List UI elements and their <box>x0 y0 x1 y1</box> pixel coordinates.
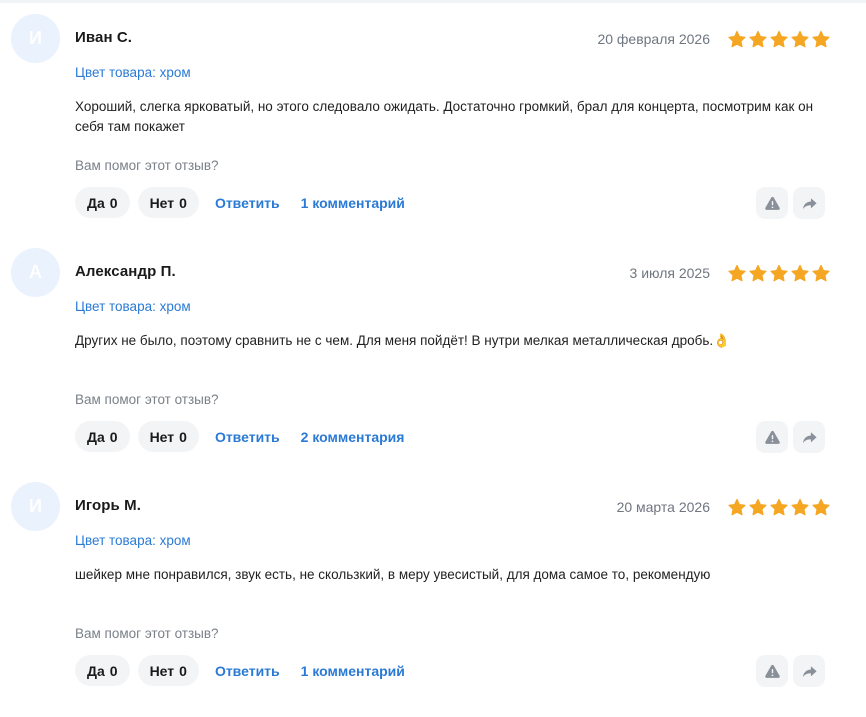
star-rating <box>727 264 831 283</box>
helpful-yes-button[interactable]: Да 0 <box>75 421 130 452</box>
star-icon <box>769 264 789 283</box>
review-card: И Иван С. 20 февраля 2026 Цвет товара: х… <box>0 0 866 234</box>
no-label: Нет <box>149 662 175 679</box>
product-variant: Цвет товара: хром <box>75 533 191 548</box>
star-icon <box>748 264 768 283</box>
star-rating <box>727 30 831 49</box>
product-variant: Цвет товара: хром <box>75 299 191 314</box>
warning-triangle-icon <box>764 196 780 210</box>
review-date: 20 марта 2026 <box>616 499 710 515</box>
avatar[interactable]: А <box>11 248 60 297</box>
review-card: А Александр П. 3 июля 2025 Цвет товара: … <box>0 234 866 468</box>
star-icon <box>811 264 831 283</box>
reviews-list: И Иван С. 20 февраля 2026 Цвет товара: х… <box>0 0 866 702</box>
star-rating <box>727 498 831 517</box>
share-button[interactable] <box>793 421 825 453</box>
avatar[interactable]: И <box>11 14 60 63</box>
no-count: 0 <box>179 428 187 445</box>
share-arrow-icon <box>802 665 817 677</box>
no-count: 0 <box>179 194 187 211</box>
yes-label: Да <box>87 662 105 679</box>
share-button[interactable] <box>793 655 825 687</box>
avatar[interactable]: И <box>11 482 60 531</box>
helpful-no-button[interactable]: Нет 0 <box>137 421 199 452</box>
review-author[interactable]: Александр П. <box>75 263 176 280</box>
yes-count: 0 <box>109 428 118 445</box>
review-actions: Да 0 Нет 0 Ответить 1 комментарий <box>75 655 426 686</box>
warning-triangle-icon <box>764 664 780 678</box>
review-date: 3 июля 2025 <box>629 265 710 281</box>
star-icon <box>769 30 789 49</box>
review-author[interactable]: Игорь М. <box>75 497 141 514</box>
warning-triangle-icon <box>764 430 780 444</box>
helpful-no-button[interactable]: Нет 0 <box>137 655 199 686</box>
review-text: Хороший, слегка ярковатый, но этого след… <box>75 99 814 134</box>
yes-label: Да <box>87 194 105 211</box>
star-icon <box>727 264 747 283</box>
review-card: И Игорь М. 20 марта 2026 Цвет товара: хр… <box>0 468 866 702</box>
star-icon <box>811 30 831 49</box>
comments-link[interactable]: 1 комментарий <box>301 195 405 211</box>
report-button[interactable] <box>756 655 788 687</box>
review-text: шейкер мне понравился, звук есть, не ско… <box>75 567 711 582</box>
helpful-prompt: Вам помог этот отзыв? <box>75 158 219 173</box>
no-label: Нет <box>149 194 175 211</box>
no-label: Нет <box>149 428 175 445</box>
share-button[interactable] <box>793 187 825 219</box>
star-icon <box>790 498 810 517</box>
helpful-no-button[interactable]: Нет 0 <box>137 187 199 218</box>
review-actions: Да 0 Нет 0 Ответить 2 комментария <box>75 421 425 452</box>
reply-link[interactable]: Ответить <box>215 429 280 445</box>
yes-count: 0 <box>109 662 118 679</box>
yes-count: 0 <box>109 194 118 211</box>
star-icon <box>748 498 768 517</box>
share-arrow-icon <box>802 197 817 209</box>
star-icon <box>769 498 789 517</box>
helpful-prompt: Вам помог этот отзыв? <box>75 392 219 407</box>
star-icon <box>748 30 768 49</box>
comments-link[interactable]: 1 комментарий <box>301 663 405 679</box>
star-icon <box>811 498 831 517</box>
review-actions: Да 0 Нет 0 Ответить 1 комментарий <box>75 187 426 218</box>
star-icon <box>727 498 747 517</box>
star-icon <box>727 30 747 49</box>
product-variant: Цвет товара: хром <box>75 65 191 80</box>
helpful-prompt: Вам помог этот отзыв? <box>75 626 219 641</box>
no-count: 0 <box>179 662 187 679</box>
yes-label: Да <box>87 428 105 445</box>
star-icon <box>790 30 810 49</box>
comments-link[interactable]: 2 комментария <box>301 429 405 445</box>
helpful-yes-button[interactable]: Да 0 <box>75 187 130 218</box>
helpful-yes-button[interactable]: Да 0 <box>75 655 130 686</box>
report-button[interactable] <box>756 187 788 219</box>
share-arrow-icon <box>802 431 817 443</box>
review-text: Других не было, поэтому сравнить не с че… <box>75 333 730 348</box>
star-icon <box>790 264 810 283</box>
reply-link[interactable]: Ответить <box>215 195 280 211</box>
reply-link[interactable]: Ответить <box>215 663 280 679</box>
review-date: 20 февраля 2026 <box>597 31 710 47</box>
review-author[interactable]: Иван С. <box>75 29 132 46</box>
report-button[interactable] <box>756 421 788 453</box>
